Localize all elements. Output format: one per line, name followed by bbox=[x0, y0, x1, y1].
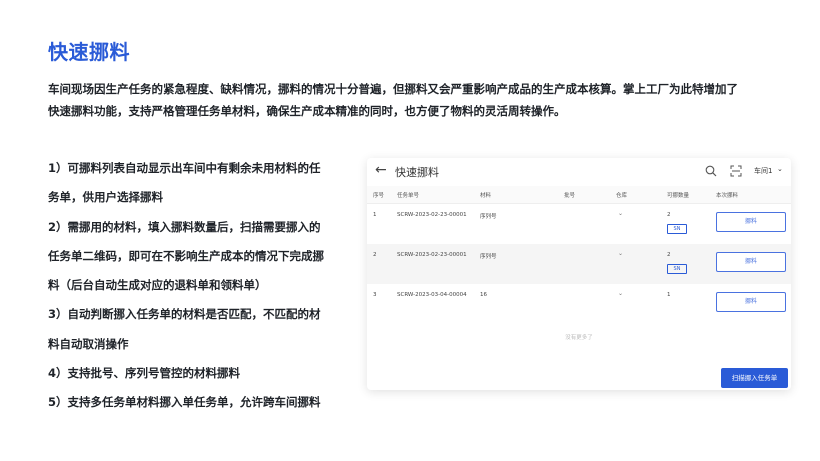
app-screenshot: ← 快速挪料 车间1 ⌄ 序号 任务单号 材料 批号 仓库 可挪数量 本次挪料 … bbox=[367, 158, 791, 390]
row-index: 2 bbox=[373, 252, 377, 258]
column-header: 本次挪料 bbox=[716, 193, 739, 199]
material: 序列号 bbox=[480, 214, 497, 220]
scan-move-in-button[interactable]: 扫描挪入任务单 bbox=[721, 368, 788, 388]
table-row: 2 SCRW-2023-02-23-00001 序列号 ⌄ 2 SN 挪料 bbox=[367, 244, 791, 284]
feature-line: 料（后台自动生成对应的退料单和领料单） bbox=[48, 278, 267, 293]
feature-line: 4）支持批号、序列号管控的材料挪料 bbox=[48, 366, 240, 381]
column-header: 材料 bbox=[480, 193, 492, 199]
task-number: SCRW-2023-03-04-00004 bbox=[397, 292, 467, 298]
warehouse-dropdown[interactable]: ⌄ bbox=[618, 210, 623, 217]
scan-icon[interactable] bbox=[730, 165, 742, 177]
material: 序列号 bbox=[480, 254, 497, 260]
column-header: 批号 bbox=[564, 193, 576, 199]
feature-line: 任务单二维码，即可在不影响生产成本的情况下完成挪 bbox=[48, 248, 324, 263]
warehouse-dropdown[interactable]: ⌄ bbox=[618, 250, 623, 257]
table-row: 1 SCRW-2023-02-23-00001 序列号 ⌄ 2 SN 挪料 bbox=[367, 204, 791, 244]
page-title: 快速挪料 bbox=[48, 40, 130, 64]
search-icon[interactable] bbox=[705, 165, 717, 177]
row-index: 1 bbox=[373, 212, 377, 218]
task-number: SCRW-2023-02-23-00001 bbox=[397, 252, 467, 258]
feature-line: 料自动取消操作 bbox=[48, 336, 129, 351]
sn-tag[interactable]: SN bbox=[667, 264, 687, 274]
task-number: SCRW-2023-02-23-00001 bbox=[397, 212, 467, 218]
feature-line: 务单，供用户选择挪料 bbox=[48, 190, 163, 205]
no-more-text: 没有更多了 bbox=[565, 335, 593, 341]
chevron-down-icon[interactable]: ⌄ bbox=[777, 165, 783, 173]
available-qty: 2 bbox=[667, 252, 671, 258]
column-header: 可挪数量 bbox=[667, 193, 690, 199]
available-qty: 2 bbox=[667, 212, 671, 218]
intro-text: 车间现场因生产任务的紧急程度、缺料情况，挪料的情况十分普遍，但挪料又会严重影响产… bbox=[48, 78, 788, 122]
sn-tag[interactable]: SN bbox=[667, 224, 687, 234]
row-index: 3 bbox=[373, 292, 377, 298]
move-material-button[interactable]: 挪料 bbox=[716, 252, 786, 272]
feature-line: 5）支持多任务单材料挪入单任务单，允许跨车间挪料 bbox=[48, 395, 321, 410]
feature-line: 1）可挪料列表自动显示出车间中有剩余未用材料的任 bbox=[48, 161, 321, 175]
feature-list: 1）可挪料列表自动显示出车间中有剩余未用材料的任 务单，供用户选择挪料 2）需挪… bbox=[48, 154, 348, 418]
column-header: 仓库 bbox=[616, 193, 628, 199]
intro-line: 车间现场因生产任务的紧急程度、缺料情况，挪料的情况十分普遍，但挪料又会严重影响产… bbox=[48, 82, 738, 96]
workshop-selector[interactable]: 车间1 bbox=[754, 166, 772, 176]
feature-line: 2）需挪用的材料，填入挪料数量后，扫描需要挪入的 bbox=[48, 219, 321, 234]
material: 16 bbox=[480, 292, 487, 298]
move-material-button[interactable]: 挪料 bbox=[716, 292, 786, 312]
column-header: 序号 bbox=[373, 193, 385, 199]
move-material-button[interactable]: 挪料 bbox=[716, 212, 786, 232]
table-row: 3 SCRW-2023-03-04-00004 16 ⌄ 1 挪料 bbox=[367, 284, 791, 324]
available-qty: 1 bbox=[667, 292, 671, 298]
column-header: 任务单号 bbox=[397, 193, 420, 199]
table-header: 序号 任务单号 材料 批号 仓库 可挪数量 本次挪料 bbox=[367, 186, 791, 204]
intro-line: 快速挪料功能，支持严格管理任务单材料，确保生产成本精准的同时，也方便了物料的灵活… bbox=[48, 104, 566, 118]
warehouse-dropdown[interactable]: ⌄ bbox=[618, 290, 623, 297]
feature-line: 3）自动判断挪入任务单的材料是否匹配，不匹配的材 bbox=[48, 307, 321, 322]
app-title: 快速挪料 bbox=[395, 166, 439, 179]
app-header: ← 快速挪料 车间1 ⌄ bbox=[367, 158, 791, 186]
back-icon[interactable]: ← bbox=[375, 162, 387, 178]
